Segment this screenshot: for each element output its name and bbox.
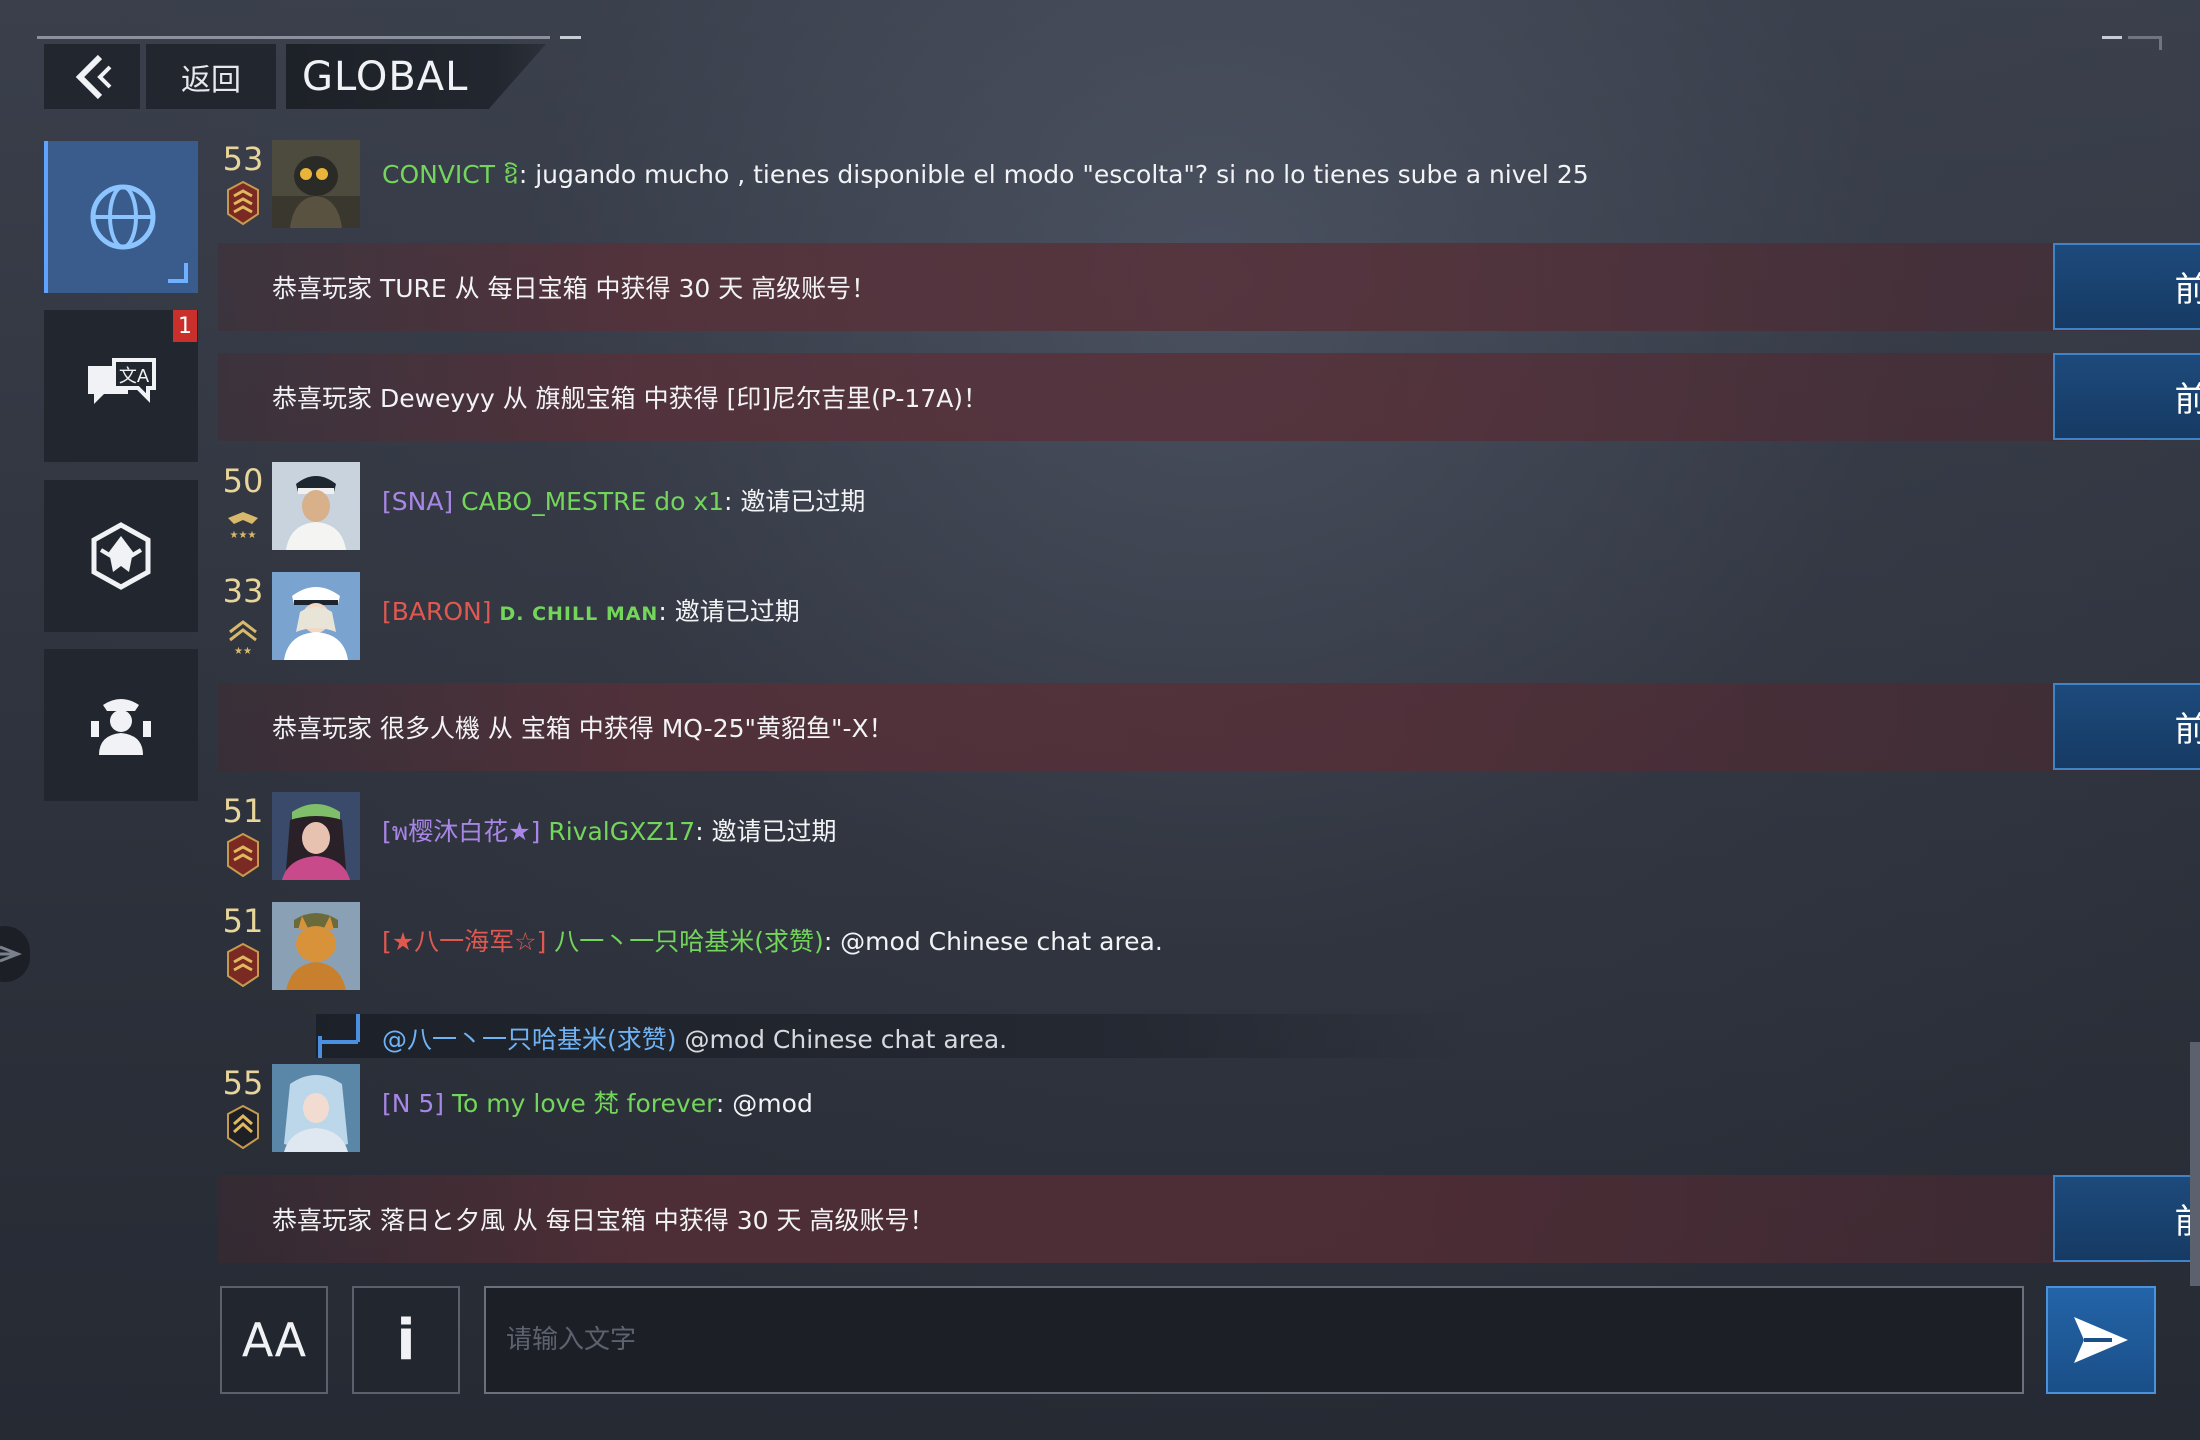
- system-announcement: 恭喜玩家 落日と夕風 从 每日宝箱 中获得 30 天 高级账号！ 前往: [218, 1175, 2200, 1263]
- message-text: CONVICT ឱ: jugando mucho , tienes dispon…: [382, 160, 1589, 196]
- avatar[interactable]: [272, 462, 360, 550]
- message-body: : @mod Chinese chat area.: [823, 927, 1163, 956]
- player-name[interactable]: 八一丶一只哈基米(求赞): [554, 927, 824, 956]
- avatar[interactable]: [272, 572, 360, 660]
- rank-insignia-icon: [227, 180, 259, 226]
- alliance-tag[interactable]: [N 5]: [382, 1089, 444, 1118]
- chat-message: 51 [พ樱沐白花★] RivalGXZ17: 邀请已过期: [218, 792, 1418, 882]
- info-icon: i: [396, 1307, 416, 1373]
- send-icon: [2074, 1317, 2128, 1363]
- active-indicator: [168, 263, 188, 283]
- rank-insignia-icon: ★★: [229, 620, 257, 657]
- message-body: : 邀请已过期: [695, 817, 837, 846]
- alliance-tag[interactable]: [พ樱沐白花★]: [382, 817, 540, 846]
- sidebar-item-alliance[interactable]: [44, 480, 198, 632]
- header-divider: [37, 36, 550, 39]
- message-body: : jugando mucho , tienes disponible el m…: [518, 160, 1589, 189]
- player-level: 51: [222, 902, 264, 940]
- goto-button[interactable]: 前往: [2053, 683, 2200, 770]
- font-size-button[interactable]: AA: [220, 1286, 328, 1394]
- translate-chat-icon: 文A: [88, 358, 156, 404]
- friends-soldier-icon: [91, 699, 151, 755]
- player-level: 33: [222, 572, 264, 610]
- unread-badge: 1: [173, 310, 197, 342]
- reply-elbow-icon: [318, 1014, 360, 1058]
- chat-message: 55 [N 5] To my love 梵 forever: @mod: [218, 1064, 1418, 1154]
- scrollbar[interactable]: [2190, 1042, 2200, 1286]
- back-label: 返回: [181, 62, 241, 98]
- chat-message: 51 [★八一海军☆] 八一丶一只哈基米(求赞): @mod Chinese c…: [218, 902, 1618, 992]
- back-button[interactable]: [44, 44, 140, 109]
- announcement-text: 恭喜玩家 Deweyyy 从 旗舰宝箱 中获得 [印]尼尔吉里(P-17A)！: [272, 384, 989, 413]
- message-text: [SNA] CABO_MESTRE do x1: 邀请已过期: [382, 482, 865, 518]
- player-name[interactable]: RivalGXZ17: [548, 817, 695, 846]
- alliance-tag[interactable]: [★八一海军☆]: [382, 927, 546, 956]
- alliance-tag[interactable]: [BARON]: [382, 597, 492, 626]
- chat-message: 33 ★★ [BARON] D. CHILL MAN: 邀请已过期: [218, 572, 1418, 662]
- svg-text:★★★: ★★★: [230, 530, 257, 541]
- channel-title: GLOBAL: [302, 53, 469, 100]
- chevron-right-icon: [0, 945, 22, 963]
- message-body: : @mod: [715, 1089, 813, 1118]
- player-level: 50: [222, 462, 264, 500]
- system-announcement: 恭喜玩家 Deweyyy 从 旗舰宝箱 中获得 [印]尼尔吉里(P-17A)！ …: [218, 353, 2200, 441]
- avatar[interactable]: [272, 792, 360, 880]
- player-name[interactable]: To my love 梵 forever: [452, 1089, 716, 1118]
- rank-insignia-icon: [227, 832, 259, 878]
- corner-decoration: [2102, 36, 2162, 50]
- expand-panel-button[interactable]: [0, 926, 30, 982]
- rank-insignia-icon: [227, 942, 259, 988]
- font-size-label: AA: [241, 1313, 307, 1367]
- chat-screen: 返回 GLOBAL 文A 1 53 CONVICT ឱ: jugando muc…: [0, 0, 2200, 1440]
- back-label-button[interactable]: 返回: [146, 44, 276, 109]
- system-announcement: 恭喜玩家 很多人機 从 宝箱 中获得 MQ-25"黄貂鱼"-X！ 前往: [218, 683, 2200, 771]
- reply-body: @mod Chinese chat area.: [676, 1025, 1008, 1054]
- globe-icon: [90, 184, 156, 250]
- info-button[interactable]: i: [352, 1286, 460, 1394]
- player-name[interactable]: CABO_MESTRE do x1: [461, 487, 724, 516]
- svg-text:★★: ★★: [234, 646, 252, 657]
- header-divider-accent: [560, 36, 581, 39]
- sidebar-item-friends[interactable]: [44, 649, 198, 801]
- system-announcement: 恭喜玩家 TURE 从 每日宝箱 中获得 30 天 高级账号！ 前往: [218, 243, 2200, 331]
- player-level: 53: [222, 140, 264, 178]
- avatar[interactable]: [272, 140, 360, 228]
- avatar[interactable]: [272, 902, 360, 990]
- chat-message: 50 ★★★ [SNA] CABO_MESTRE do x1: 邀请已过期: [218, 462, 1418, 552]
- player-level: 51: [222, 792, 264, 830]
- player-level: 55: [222, 1064, 264, 1102]
- avatar[interactable]: [272, 1064, 360, 1152]
- message-text: [★八一海军☆] 八一丶一只哈基米(求赞): @mod Chinese chat…: [382, 922, 1163, 958]
- message-text: [N 5] To my love 梵 forever: @mod: [382, 1084, 813, 1120]
- chat-message: 53 CONVICT ឱ: jugando mucho , tienes dis…: [218, 140, 2118, 230]
- send-button[interactable]: [2046, 1286, 2156, 1394]
- reply-quote: @八一丶一只哈基米(求赞) @mod Chinese chat area.: [316, 1014, 1476, 1058]
- rank-insignia-icon: [227, 1104, 259, 1150]
- announcement-text: 恭喜玩家 TURE 从 每日宝箱 中获得 30 天 高级账号！: [272, 274, 877, 303]
- rank-insignia-icon: ★★★: [228, 512, 258, 541]
- reply-mention[interactable]: @八一丶一只哈基米(求赞): [382, 1025, 677, 1054]
- announcement-text: 恭喜玩家 落日と夕風 从 每日宝箱 中获得 30 天 高级账号！: [272, 1206, 935, 1235]
- announcement-text: 恭喜玩家 很多人機 从 宝箱 中获得 MQ-25"黄貂鱼"-X！: [272, 714, 894, 743]
- message-body: : 邀请已过期: [658, 597, 800, 626]
- back-arrow-icon: [75, 54, 112, 99]
- sidebar-item-global[interactable]: [44, 141, 198, 293]
- goto-button[interactable]: 前往: [2053, 243, 2200, 330]
- player-name[interactable]: CONVICT ឱ: [382, 160, 519, 189]
- chat-input[interactable]: [484, 1286, 2024, 1394]
- channel-title-box: GLOBAL: [286, 44, 546, 109]
- message-body: : 邀请已过期: [724, 487, 866, 516]
- alliance-emblem-icon: [91, 522, 151, 590]
- goto-button[interactable]: 前往: [2053, 1175, 2200, 1262]
- svg-text:文A: 文A: [119, 366, 150, 387]
- message-text: [พ樱沐白花★] RivalGXZ17: 邀请已过期: [382, 812, 837, 852]
- message-text: [BARON] D. CHILL MAN: 邀请已过期: [382, 592, 800, 628]
- player-name[interactable]: D. CHILL MAN: [499, 603, 658, 625]
- alliance-tag[interactable]: [SNA]: [382, 487, 453, 516]
- goto-button[interactable]: 前往: [2053, 353, 2200, 440]
- reply-text: @八一丶一只哈基米(求赞) @mod Chinese chat area.: [382, 1020, 1007, 1056]
